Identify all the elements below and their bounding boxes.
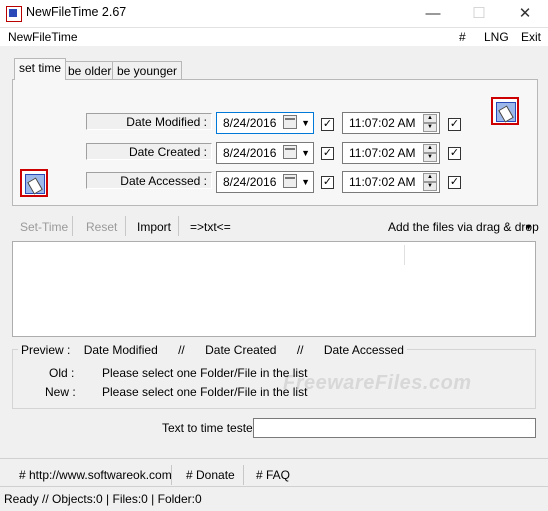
menu-exit[interactable]: Exit (521, 30, 541, 44)
close-button[interactable]: ✕ (502, 0, 548, 27)
date-modified-time-value: 11:07:02 AM (349, 116, 416, 130)
preview-created: Date Created (205, 343, 277, 357)
spin-buttons[interactable]: ▲ ▼ (423, 114, 437, 132)
date-modified-date-value: 8/24/2016 (223, 116, 277, 130)
new-label: New : (45, 385, 76, 399)
preview-label: Preview : (21, 343, 71, 357)
set-time-button[interactable]: Set-Time (20, 219, 68, 235)
old-label: Old : (49, 366, 75, 380)
divider (0, 486, 548, 487)
tester-label: Text to time tester (162, 421, 257, 435)
divider (0, 458, 548, 459)
toolbar-divider (72, 216, 73, 236)
tab-be-older[interactable]: be older (63, 61, 117, 80)
date-accessed-label: Date Accessed : (86, 172, 212, 189)
spin-buttons[interactable]: ▲ ▼ (423, 173, 437, 191)
menu-language[interactable]: LNG (484, 30, 509, 44)
date-modified-time-checkbox[interactable]: ✓ (448, 118, 461, 131)
chevron-down-icon[interactable]: ▼ (301, 146, 310, 160)
menu-bar: NewFileTime # LNG Exit (0, 28, 548, 46)
app-icon (6, 6, 22, 22)
date-modified-date-checkbox[interactable]: ✓ (321, 118, 334, 131)
app-logo-icon (20, 169, 48, 197)
watermark-logo: FreewareFiles.com (283, 372, 472, 394)
date-created-time-checkbox[interactable]: ✓ (448, 147, 461, 160)
date-accessed-date-picker[interactable]: 8/24/2016 ▼ (216, 171, 314, 193)
txt-button[interactable]: =>txt<= (190, 219, 231, 235)
window-title: NewFileTime 2.67 (26, 5, 127, 19)
donate-link[interactable]: # Donate (186, 468, 235, 482)
date-created-time-spinner[interactable]: 11:07:02 AM ▲ ▼ (342, 142, 440, 164)
date-created-date-picker[interactable]: 8/24/2016 ▼ (216, 142, 314, 164)
preview-accessed: Date Accessed (323, 343, 404, 357)
calendar-icon[interactable] (283, 174, 297, 188)
preview-separator: // (178, 343, 185, 357)
title-bar: NewFileTime 2.67 — ☐ ✕ (0, 0, 548, 28)
import-button[interactable]: Import (137, 219, 171, 235)
toolbar-divider (125, 216, 126, 236)
new-value: Please select one Folder/File in the lis… (102, 385, 308, 399)
date-created-time-value: 11:07:02 AM (349, 146, 416, 160)
date-accessed-time-spinner[interactable]: 11:07:02 AM ▲ ▼ (342, 171, 440, 193)
chevron-down-icon[interactable]: ▼ (301, 175, 310, 189)
date-accessed-date-checkbox[interactable]: ✓ (321, 176, 334, 189)
date-created-label: Date Created : (86, 143, 212, 160)
spin-buttons[interactable]: ▲ ▼ (423, 144, 437, 162)
date-created-date-value: 8/24/2016 (223, 146, 277, 160)
date-accessed-time-checkbox[interactable]: ✓ (448, 176, 461, 189)
tester-input[interactable] (253, 418, 536, 438)
date-accessed-time-value: 11:07:02 AM (349, 175, 416, 189)
app-logo-icon (491, 97, 519, 125)
date-modified-date-picker[interactable]: 8/24/2016 ▼ (216, 112, 314, 134)
website-link[interactable]: # http://www.softwareok.com (19, 468, 172, 482)
link-divider (243, 465, 244, 485)
tab-set-time[interactable]: set time (14, 58, 67, 80)
menu-app[interactable]: NewFileTime (8, 30, 78, 44)
link-divider (171, 465, 172, 485)
maximize-button[interactable]: ☐ (456, 0, 502, 27)
reset-button[interactable]: Reset (86, 219, 117, 235)
preview-separator: // (296, 343, 304, 357)
old-value: Please select one Folder/File in the lis… (102, 366, 308, 380)
toolbar-divider (178, 216, 179, 236)
calendar-icon[interactable] (283, 115, 297, 129)
status-bar-text: Ready // Objects:0 | Files:0 | Folder:0 (4, 492, 202, 506)
preview-header: Preview : Date Modified // Date Created … (18, 342, 407, 358)
menu-hash[interactable]: # (459, 30, 466, 44)
faq-link[interactable]: # FAQ (256, 468, 290, 482)
date-modified-label: Date Modified : (86, 113, 212, 130)
chevron-down-icon[interactable]: ▼ (524, 219, 533, 235)
preview-modified: Date Modified (83, 343, 158, 357)
date-created-date-checkbox[interactable]: ✓ (321, 147, 334, 160)
chevron-down-icon[interactable]: ▼ (301, 116, 310, 130)
add-files-dropdown[interactable]: Add the files via drag & drop (388, 219, 539, 235)
date-accessed-date-value: 8/24/2016 (223, 175, 277, 189)
minimize-button[interactable]: — (410, 0, 456, 27)
date-modified-time-spinner[interactable]: 11:07:02 AM ▲ ▼ (342, 112, 440, 134)
column-divider (404, 245, 405, 265)
tab-be-younger[interactable]: be younger (112, 61, 183, 80)
calendar-icon[interactable] (283, 145, 297, 159)
file-list[interactable] (12, 241, 536, 337)
